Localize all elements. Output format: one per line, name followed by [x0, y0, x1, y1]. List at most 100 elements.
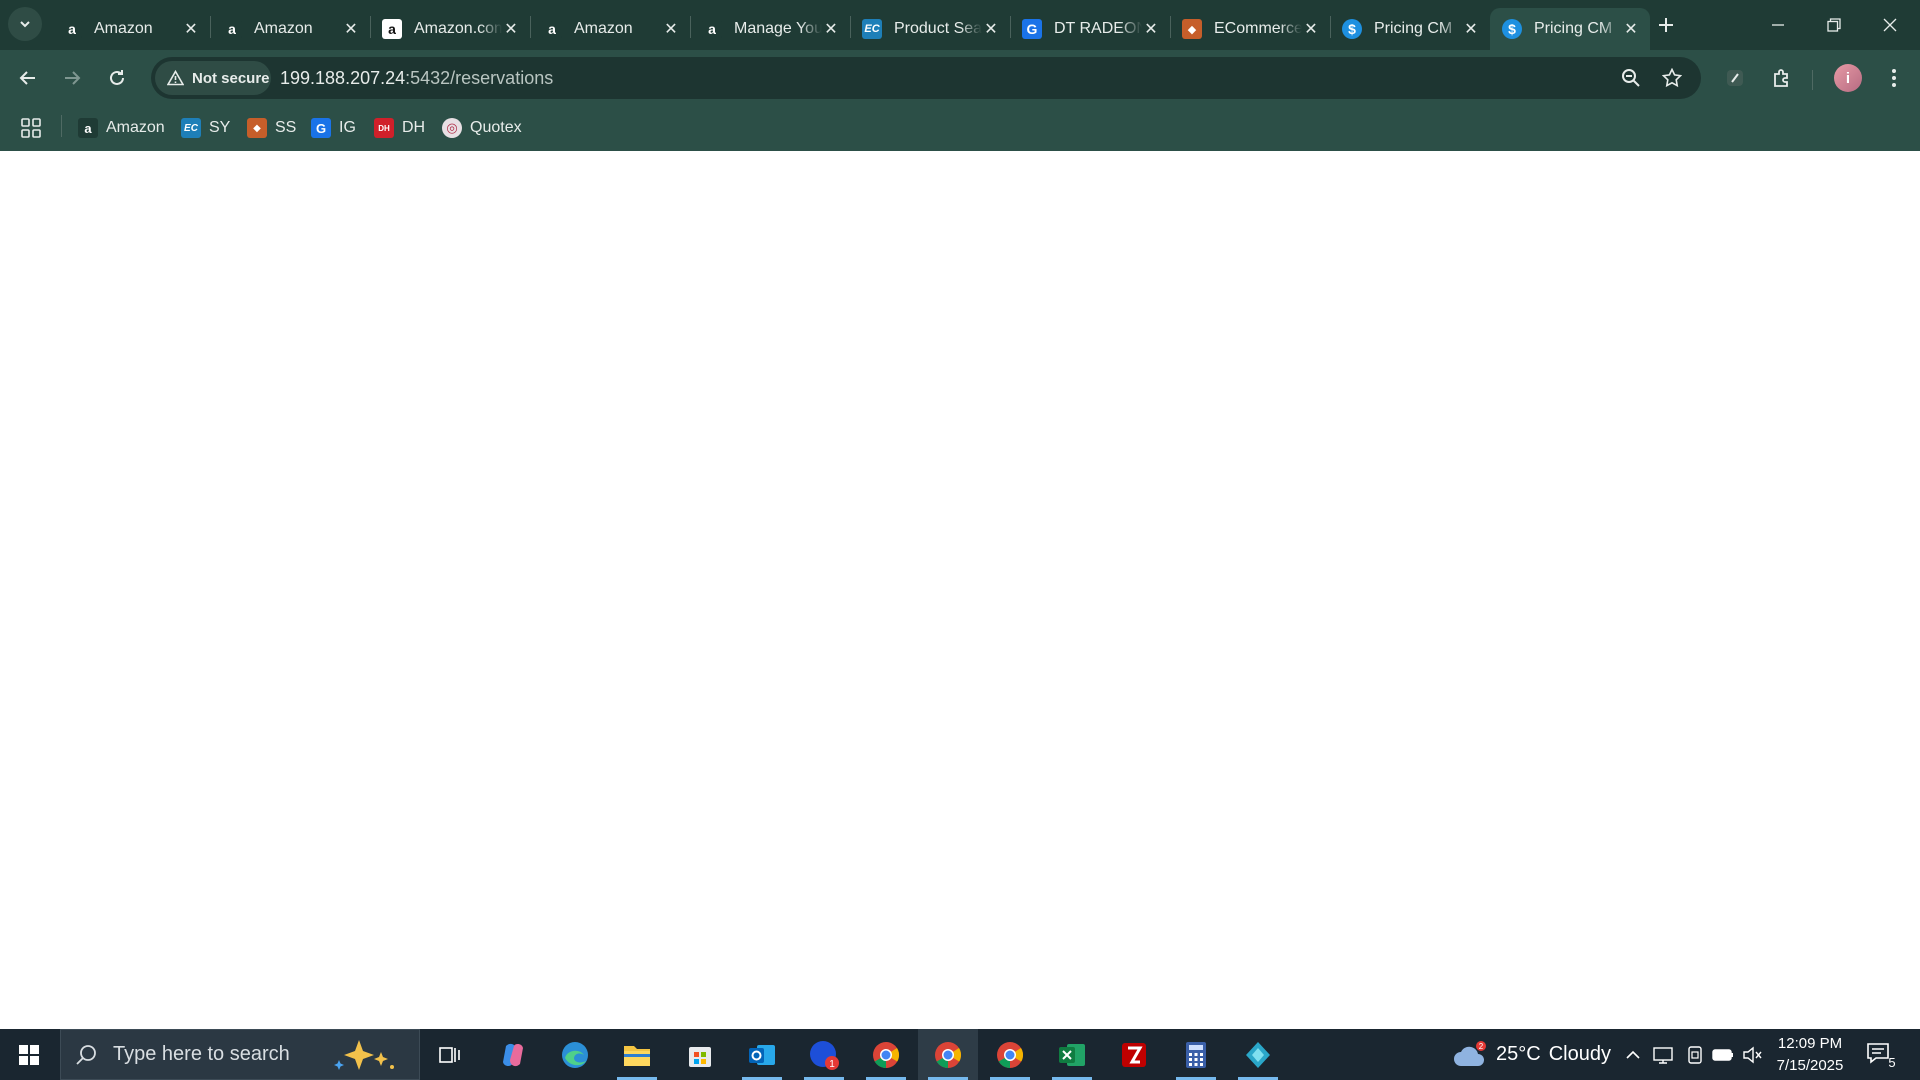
browser-tab[interactable]: $ Pricing CM ✕ [1330, 8, 1490, 50]
forward-button[interactable] [54, 60, 90, 96]
url-text[interactable]: 199.188.207.24:5432/reservations [280, 68, 553, 89]
chevron-up-icon [1626, 1050, 1640, 1059]
browser-tab[interactable]: a Amazon ✕ [210, 8, 370, 50]
taskbar-outlook[interactable] [732, 1029, 792, 1080]
taskbar-chrome-1[interactable] [856, 1029, 916, 1080]
browser-tab[interactable]: a Manage Your ✕ [690, 8, 850, 50]
tab-title: Amazon [574, 20, 633, 37]
extensions-button[interactable] [1766, 62, 1798, 94]
weather-desc: Cloudy [1548, 1043, 1611, 1065]
svg-text:1: 1 [829, 1059, 835, 1070]
bookmark-dh[interactable]: DH DH [374, 115, 425, 141]
bookmarks-divider [61, 115, 62, 137]
taskbar-filezilla[interactable] [1104, 1029, 1164, 1080]
plus-icon [1659, 18, 1673, 32]
taskbar-edge[interactable] [545, 1029, 605, 1080]
tray-device[interactable] [1686, 1029, 1704, 1080]
bookmark-quotex[interactable]: ◎ Quotex [442, 115, 522, 141]
back-button[interactable] [10, 60, 46, 96]
apps-button[interactable] [20, 115, 42, 141]
taskbar-mail-app[interactable]: 1 [794, 1029, 854, 1080]
bookmark-sy[interactable]: EC SY [181, 115, 230, 141]
browser-tab[interactable]: a Amazon ✕ [50, 8, 210, 50]
ec-icon: EC [181, 118, 201, 138]
svg-text:2: 2 [1479, 1042, 1484, 1051]
taskbar-chrome-2[interactable] [918, 1029, 978, 1080]
new-tab-button[interactable] [1651, 10, 1681, 40]
security-chip[interactable]: Not secure [155, 61, 271, 95]
chrome-icon [935, 1041, 962, 1068]
bookmark-amazon[interactable]: a Amazon [78, 115, 165, 141]
security-label: Not secure [192, 69, 270, 87]
browser-tab[interactable]: EC Product Search ✕ [850, 8, 1010, 50]
taskbar-app-diamond[interactable] [1228, 1029, 1288, 1080]
browser-tab[interactable]: a Amazon ✕ [530, 8, 690, 50]
weather-widget[interactable]: 2 25°C Cloudy [1452, 1029, 1611, 1080]
close-icon[interactable]: ✕ [1462, 20, 1480, 38]
taskbar-clock[interactable]: 12:09 PM 7/15/2025 [1760, 1033, 1860, 1077]
notification-icon: 5 [1867, 1043, 1896, 1070]
tab-search-button[interactable] [8, 7, 42, 41]
bookmark-label: Quotex [470, 119, 522, 136]
taskbar-search[interactable]: Type here to search [60, 1029, 420, 1080]
calendar-mail-icon: 1 [810, 1040, 839, 1070]
bookmark-star-button[interactable] [1660, 66, 1684, 90]
close-icon[interactable]: ✕ [822, 20, 840, 38]
taskbar-chrome-3[interactable] [980, 1029, 1040, 1080]
notification-center-button[interactable]: 5 [1864, 1039, 1900, 1071]
url-host: 199.188.207.24 [280, 68, 406, 88]
browser-tab-active[interactable]: $ Pricing CM ✕ [1490, 8, 1650, 50]
browser-tab[interactable]: G DT RADEON ✕ [1010, 8, 1170, 50]
close-icon[interactable]: ✕ [182, 20, 200, 38]
amazon-boxed-icon: a [382, 19, 402, 39]
taskbar-store[interactable] [670, 1029, 730, 1080]
close-icon[interactable]: ✕ [662, 20, 680, 38]
tab-title: Amazon [254, 20, 313, 37]
taskbar-copilot[interactable] [483, 1029, 543, 1080]
calculator-icon [1186, 1041, 1206, 1068]
extension-pen-button[interactable] [1719, 62, 1751, 94]
tray-battery[interactable] [1712, 1029, 1734, 1080]
diamond-app-icon [1246, 1041, 1270, 1068]
taskbar-calculator[interactable] [1166, 1029, 1226, 1080]
zoom-icon [1622, 69, 1640, 87]
close-icon[interactable]: ✕ [502, 20, 520, 38]
browser-menu-button[interactable] [1878, 62, 1910, 94]
task-view-button[interactable] [420, 1029, 480, 1080]
tray-network[interactable] [1652, 1029, 1674, 1080]
address-bar[interactable]: Not secure 199.188.207.24:5432/reservati… [151, 57, 1701, 99]
quotex-icon: ◎ [442, 118, 462, 138]
bookmark-label: IG [339, 119, 356, 136]
tab-strip: a Amazon ✕ a Amazon ✕ a Amazon.com ✕ a A… [0, 0, 1920, 50]
minimize-icon [1772, 24, 1784, 26]
tab-title: ECommerce [1214, 20, 1302, 37]
close-icon[interactable]: ✕ [1142, 20, 1160, 38]
filezilla-icon [1122, 1042, 1146, 1067]
bookmark-ss[interactable]: ◆ SS [247, 115, 296, 141]
taskbar-file-explorer[interactable] [607, 1029, 667, 1080]
browser-tab[interactable]: ◆ ECommerce ✕ [1170, 8, 1330, 50]
copilot-icon [503, 1043, 523, 1066]
close-window-button[interactable] [1862, 0, 1918, 50]
task-view-icon [439, 1046, 460, 1063]
close-icon[interactable]: ✕ [1622, 20, 1640, 38]
minimize-button[interactable] [1750, 0, 1806, 50]
edge-icon [562, 1041, 588, 1068]
restore-button[interactable] [1806, 0, 1862, 50]
reload-button[interactable] [99, 60, 135, 96]
taskbar-excel[interactable] [1042, 1029, 1102, 1080]
close-icon[interactable]: ✕ [982, 20, 1000, 38]
profile-avatar[interactable]: i [1834, 64, 1862, 92]
tab-title: DT RADEON [1054, 20, 1142, 37]
chrome-icon [873, 1041, 900, 1068]
start-button[interactable] [0, 1029, 58, 1080]
network-icon [1653, 1046, 1673, 1064]
search-icon [76, 1044, 96, 1065]
bookmark-ig[interactable]: G IG [311, 115, 356, 141]
close-icon[interactable]: ✕ [342, 20, 360, 38]
browser-tab[interactable]: a Amazon.com ✕ [370, 8, 530, 50]
zoom-button[interactable] [1619, 66, 1643, 90]
show-hidden-icons-button[interactable] [1624, 1029, 1642, 1080]
tray-volume[interactable] [1742, 1029, 1762, 1080]
close-icon[interactable]: ✕ [1302, 20, 1320, 38]
